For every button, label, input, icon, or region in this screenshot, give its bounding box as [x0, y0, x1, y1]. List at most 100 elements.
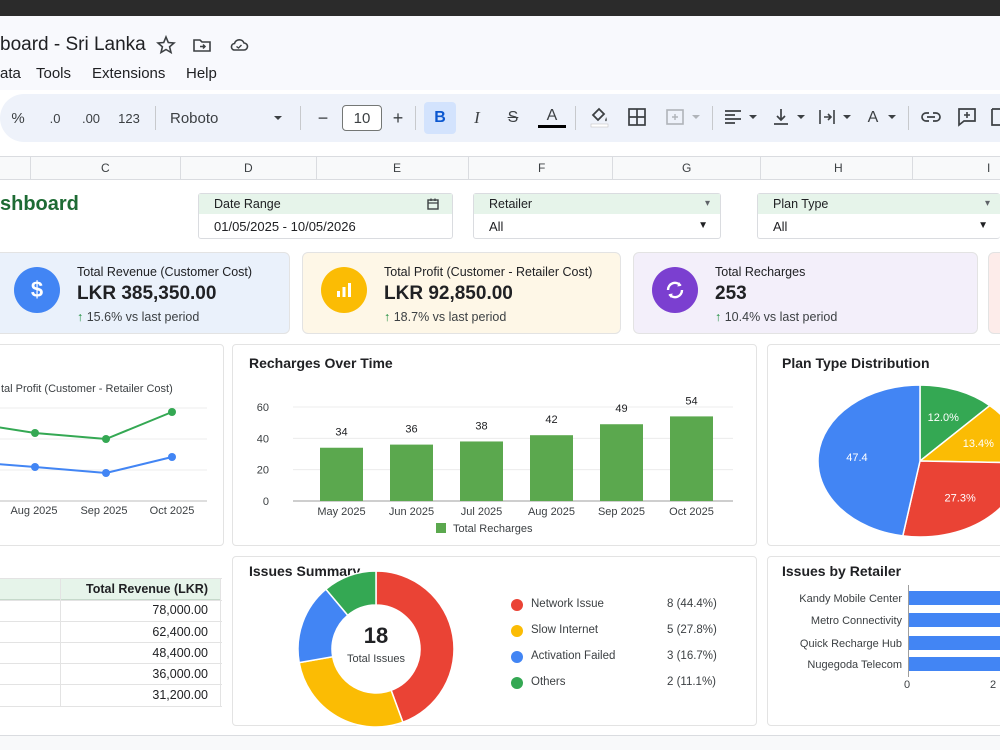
- x-tick-label: Aug 2025: [528, 506, 575, 518]
- text-rotation-button[interactable]: A: [864, 106, 882, 130]
- menu-tools[interactable]: Tools: [36, 65, 71, 82]
- issues-total: 18: [363, 623, 389, 648]
- revenue-point: [102, 469, 110, 477]
- font-dropdown-arrow-icon[interactable]: [272, 113, 284, 123]
- y-axis-line: [908, 585, 909, 677]
- recharges-over-time-chart: Recharges Over Time 0 20 40 60 34 May 2025 36 J…: [232, 344, 757, 546]
- pie-chart-canvas: 12.0% 13.4% 27.3% 47.4: [817, 384, 1000, 538]
- decrease-decimal-button[interactable]: .0: [42, 106, 68, 130]
- table-header-cell[interactable]: Total Revenue (LKR): [60, 582, 208, 596]
- horizontal-align-icon[interactable]: [722, 106, 762, 128]
- x-tick-label: May 2025: [317, 506, 365, 518]
- retailer-bar: [908, 636, 1000, 650]
- menu-data[interactable]: ata: [0, 65, 21, 82]
- kpi-card-total-revenue: $ Total Revenue (Customer Cost) LKR 385,…: [0, 252, 290, 334]
- column-divider: [760, 156, 761, 180]
- font-size-input[interactable]: 10: [342, 105, 382, 131]
- text-wrapping-icon[interactable]: [816, 106, 856, 128]
- insert-comment-icon[interactable]: [955, 105, 979, 129]
- legend-count: 5 (27.8%): [667, 624, 717, 636]
- column-header-c[interactable]: C: [101, 161, 110, 175]
- column-header-g[interactable]: G: [682, 161, 691, 175]
- table-divider: [0, 578, 222, 579]
- column-header-e[interactable]: E: [393, 161, 401, 175]
- bar-value-label: 49: [615, 403, 627, 415]
- date-range-filter[interactable]: Date Range 01/05/2025 - 10/05/2026: [198, 193, 453, 239]
- retailer-filter[interactable]: Retailer ▾ All ▼: [473, 193, 721, 239]
- bar: [530, 435, 573, 501]
- pie-slice: [817, 384, 921, 537]
- bar-value-label: 54: [685, 395, 697, 407]
- arrow-up-icon: ↑: [715, 310, 722, 324]
- table-divider: [0, 663, 222, 664]
- arrow-up-icon: ↑: [77, 310, 84, 324]
- arrow-up-icon: ↑: [384, 310, 391, 324]
- toolbar-divider: [155, 106, 156, 130]
- table-cell[interactable]: 31,200.00: [60, 688, 208, 702]
- kpi-label: Total Revenue (Customer Cost): [77, 265, 253, 279]
- text-color-button[interactable]: A: [538, 106, 566, 128]
- bar-value-label: 42: [545, 414, 557, 426]
- filter-value[interactable]: 01/05/2025 - 10/05/2026: [214, 219, 356, 234]
- plan-type-filter[interactable]: Plan Type ▾ All ▼: [757, 193, 1000, 239]
- strikethrough-button[interactable]: S: [502, 106, 524, 130]
- column-header-i[interactable]: I: [987, 161, 990, 175]
- filter-value[interactable]: All: [773, 219, 787, 234]
- column-header-h[interactable]: H: [834, 161, 843, 175]
- dropdown-arrow-icon[interactable]: ▼: [698, 220, 708, 231]
- move-to-folder-icon[interactable]: [191, 34, 213, 56]
- merge-cells-icon[interactable]: [664, 106, 704, 128]
- legend-marker: [511, 599, 523, 611]
- filter-label: Date Range: [199, 194, 452, 214]
- profit-point: [31, 429, 39, 437]
- toolbar-divider: [415, 106, 416, 130]
- cloud-saved-icon[interactable]: [228, 34, 250, 56]
- menu-help[interactable]: Help: [186, 65, 217, 82]
- x-tick-label: Jul 2025: [461, 506, 503, 518]
- filter-value[interactable]: All: [489, 219, 503, 234]
- insert-chart-icon[interactable]: [990, 105, 1000, 129]
- pie-slice-label: 27.3%: [945, 492, 976, 504]
- column-header-f[interactable]: F: [538, 161, 545, 175]
- kpi-label: Total Recharges: [715, 265, 806, 279]
- format-percent-button[interactable]: %: [8, 106, 28, 130]
- bar-chart-icon: [321, 267, 367, 313]
- increase-decimal-button[interactable]: .00: [76, 106, 106, 130]
- table-cell[interactable]: 62,400.00: [60, 625, 208, 639]
- table-cell[interactable]: 78,000.00: [60, 603, 208, 617]
- vertical-align-icon[interactable]: [770, 106, 810, 128]
- retailer-label: Nugegoda Telecom: [807, 659, 902, 671]
- italic-button[interactable]: I: [466, 106, 488, 130]
- document-title[interactable]: board - Sri Lanka: [0, 34, 146, 56]
- bar: [320, 447, 363, 501]
- revenue-point: [168, 453, 176, 461]
- legend-marker: [511, 651, 523, 663]
- bar: [460, 441, 503, 501]
- increase-font-size-button[interactable]: +: [388, 106, 408, 130]
- decrease-font-size-button[interactable]: −: [313, 106, 333, 130]
- borders-icon[interactable]: [626, 106, 648, 128]
- text-rotation-dropdown-icon[interactable]: [884, 106, 900, 128]
- kpi-value: LKR 385,350.00: [77, 283, 217, 304]
- pie-slice-label: 12.0%: [928, 412, 959, 424]
- number-format-button[interactable]: 123: [114, 106, 144, 130]
- table-cell[interactable]: 48,400.00: [60, 646, 208, 660]
- dropdown-arrow-icon[interactable]: ▼: [978, 220, 988, 231]
- menu-extensions[interactable]: Extensions: [92, 65, 165, 82]
- insert-link-icon[interactable]: [919, 106, 943, 128]
- table-cell[interactable]: 36,000.00: [60, 667, 208, 681]
- bold-button[interactable]: B: [424, 102, 456, 134]
- calendar-icon[interactable]: [426, 197, 440, 211]
- chevron-down-icon: ▾: [704, 198, 710, 209]
- issues-summary-card: Issues Summary 18 Total Issues Network I…: [232, 556, 757, 727]
- font-family-select[interactable]: Roboto: [170, 106, 230, 130]
- retailer-label: Metro Connectivity: [810, 615, 902, 627]
- bar: [670, 416, 713, 501]
- toolbar-divider: [300, 106, 301, 130]
- column-header-row: [0, 156, 1000, 180]
- plan-type-distribution-chart: Plan Type Distribution 12.0% 13.4% 27.3% 47…: [767, 344, 1000, 546]
- fill-color-icon[interactable]: [587, 104, 611, 128]
- kpi-value: LKR 92,850.00: [384, 283, 513, 304]
- star-icon[interactable]: [155, 34, 177, 56]
- column-header-d[interactable]: D: [244, 161, 253, 175]
